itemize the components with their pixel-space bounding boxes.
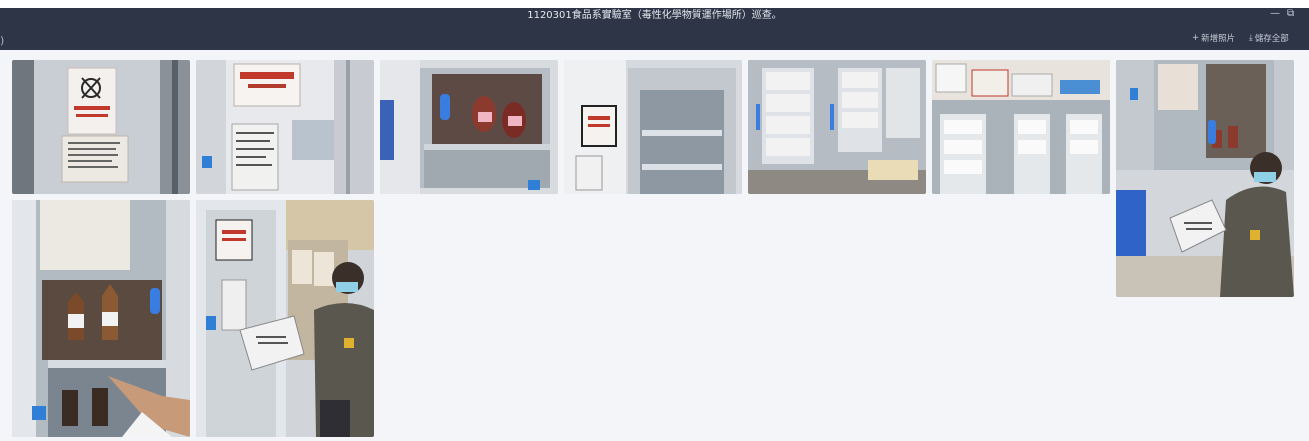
add-photo-label: 新增照片 bbox=[1201, 34, 1236, 44]
download-icon: ⤓ bbox=[1249, 33, 1253, 43]
photo-thumbnail[interactable] bbox=[196, 60, 374, 194]
save-all-label: 儲存全部 bbox=[1254, 34, 1289, 44]
photo-image bbox=[380, 60, 558, 194]
photo-thumbnail[interactable] bbox=[12, 60, 190, 194]
photo-thumbnail[interactable] bbox=[1116, 60, 1294, 297]
add-photo-button[interactable]: + 新增照片 bbox=[1192, 32, 1235, 44]
photo-image bbox=[12, 200, 190, 437]
photo-image bbox=[932, 60, 1110, 194]
photo-thumbnail[interactable] bbox=[196, 200, 374, 437]
photo-thumbnail[interactable] bbox=[12, 200, 190, 437]
plus-icon: + bbox=[1192, 33, 1200, 43]
photo-image bbox=[564, 60, 742, 194]
photo-gallery bbox=[0, 50, 1309, 441]
title-bar: 1120301食品系實驗室（毒性化學物質運作場所）巡查。 ) — ⧉ + 新增照… bbox=[0, 8, 1309, 50]
photo-image bbox=[196, 60, 374, 194]
save-all-button[interactable]: ⤓ 儲存全部 bbox=[1249, 32, 1289, 44]
photo-thumbnail[interactable] bbox=[932, 60, 1110, 194]
minimize-icon[interactable]: — bbox=[1270, 8, 1280, 19]
photo-thumbnail[interactable] bbox=[380, 60, 558, 194]
photo-thumbnail[interactable] bbox=[748, 60, 926, 194]
back-icon[interactable]: ) bbox=[0, 34, 4, 47]
window-title: 1120301食品系實驗室（毒性化學物質運作場所）巡查。 bbox=[527, 10, 782, 21]
photo-image bbox=[1116, 60, 1294, 297]
maximize-icon[interactable]: ⧉ bbox=[1287, 8, 1294, 19]
photo-image bbox=[196, 200, 374, 437]
photo-image bbox=[12, 60, 190, 194]
photo-thumbnail[interactable] bbox=[564, 60, 742, 194]
photo-image bbox=[748, 60, 926, 194]
